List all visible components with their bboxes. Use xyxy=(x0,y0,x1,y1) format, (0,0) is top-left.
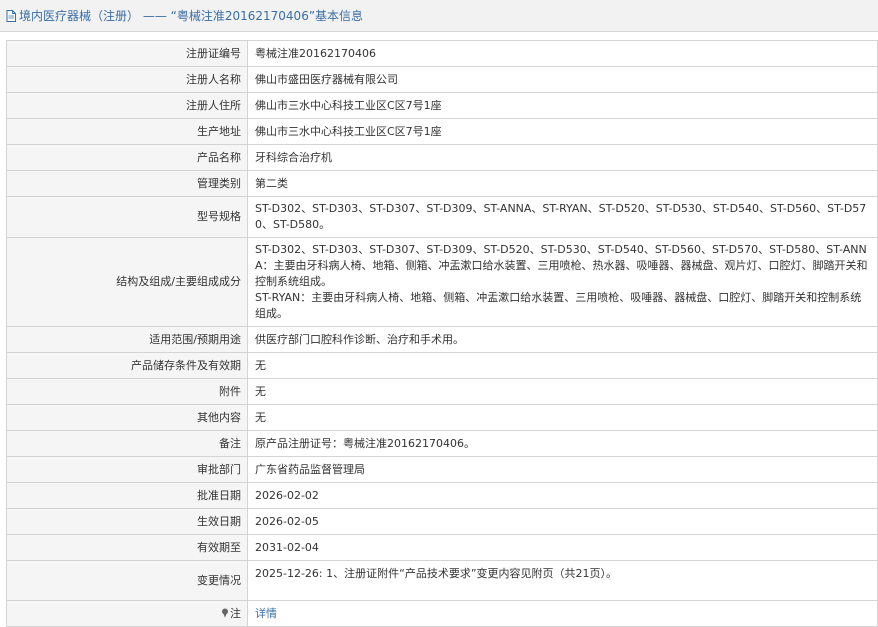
value-product-name: 牙科综合治疗机 xyxy=(247,144,878,171)
value-expiry-date: 2031-02-04 xyxy=(247,534,878,561)
label-effective-date: 生效日期 xyxy=(6,508,248,535)
table-row: 生产地址 佛山市三水中心科技工业区C区7号1座 xyxy=(6,118,878,145)
label-reg-no: 注册证编号 xyxy=(6,40,248,67)
value-storage: 无 xyxy=(247,352,878,379)
table-row: 生效日期 2026-02-05 xyxy=(6,508,878,535)
table-row: 型号规格 ST-D302、ST-D303、ST-D307、ST-D309、ST-… xyxy=(6,196,878,238)
value-mgmt-class: 第二类 xyxy=(247,170,878,197)
table-row: 附件 无 xyxy=(6,378,878,405)
table-row: 批准日期 2026-02-02 xyxy=(6,482,878,509)
value-production-addr: 佛山市三水中心科技工业区C区7号1座 xyxy=(247,118,878,145)
label-changes: 变更情况 xyxy=(6,560,248,601)
label-storage: 产品储存条件及有效期 xyxy=(6,352,248,379)
table-row: 有效期至 2031-02-04 xyxy=(6,534,878,561)
value-attachment: 无 xyxy=(247,378,878,405)
details-link[interactable]: 详情 xyxy=(255,607,277,620)
label-structure: 结构及组成/主要组成成分 xyxy=(6,237,248,327)
structure-line-1: ST-D302、ST-D303、ST-D307、ST-D309、ST-D520、… xyxy=(255,243,868,288)
label-scope: 适用范围/预期用途 xyxy=(6,326,248,353)
value-registrant-addr: 佛山市三水中心科技工业区C区7号1座 xyxy=(247,92,878,119)
table-row: 结构及组成/主要组成成分 ST-D302、ST-D303、ST-D307、ST-… xyxy=(6,237,878,327)
label-models: 型号规格 xyxy=(6,196,248,238)
value-scope: 供医疗部门口腔科作诊断、治疗和手术用。 xyxy=(247,326,878,353)
table-row: 适用范围/预期用途 供医疗部门口腔科作诊断、治疗和手术用。 xyxy=(6,326,878,353)
value-registrant: 佛山市盛田医疗器械有限公司 xyxy=(247,66,878,93)
value-reg-no: 粤械注准20162170406 xyxy=(247,40,878,67)
label-expiry-date: 有效期至 xyxy=(6,534,248,561)
table-row: 审批部门 广东省药品监督管理局 xyxy=(6,456,878,483)
table-row: 产品储存条件及有效期 无 xyxy=(6,352,878,379)
table-row: 变更情况 2025-12-26: 1、注册证附件“产品技术要求”变更内容见附页（… xyxy=(6,560,878,601)
value-models: ST-D302、ST-D303、ST-D307、ST-D309、ST-ANNA、… xyxy=(247,196,878,238)
label-production-addr: 生产地址 xyxy=(6,118,248,145)
page-title: 境内医疗器械（注册） —— “粤械注准20162170406”基本信息 xyxy=(19,9,364,23)
label-mgmt-class: 管理类别 xyxy=(6,170,248,197)
label-attachment: 附件 xyxy=(6,378,248,405)
value-approval-dept: 广东省药品监督管理局 xyxy=(247,456,878,483)
table-row: 产品名称 牙科综合治疗机 xyxy=(6,144,878,171)
info-table: 注册证编号 粤械注准20162170406 注册人名称 佛山市盛田医疗器械有限公… xyxy=(6,40,878,627)
document-icon xyxy=(6,9,16,22)
label-remark: 备注 xyxy=(6,430,248,457)
table-row: 注册人名称 佛山市盛田医疗器械有限公司 xyxy=(6,66,878,93)
label-registrant: 注册人名称 xyxy=(6,66,248,93)
table-row: 注册证编号 粤械注准20162170406 xyxy=(6,40,878,67)
pin-icon xyxy=(222,608,228,618)
table-row: 其他内容 无 xyxy=(6,404,878,431)
value-changes: 2025-12-26: 1、注册证附件“产品技术要求”变更内容见附页（共21页）… xyxy=(247,560,878,601)
structure-line-2: ST-RYAN：主要由牙科病人椅、地箱、侧箱、冲盂漱口给水装置、三用喷枪、吸唾器… xyxy=(255,291,862,320)
table-row: 管理类别 第二类 xyxy=(6,170,878,197)
table-row: 备注 原产品注册证号：粤械注准20162170406。 xyxy=(6,430,878,457)
label-registrant-addr: 注册人住所 xyxy=(6,92,248,119)
value-effective-date: 2026-02-05 xyxy=(247,508,878,535)
label-approval-dept: 审批部门 xyxy=(6,456,248,483)
page-header: 境内医疗器械（注册） —— “粤械注准20162170406”基本信息 xyxy=(0,0,878,32)
label-product-name: 产品名称 xyxy=(6,144,248,171)
value-remark: 原产品注册证号：粤械注准20162170406。 xyxy=(247,430,878,457)
value-approval-date: 2026-02-02 xyxy=(247,482,878,509)
label-note-text: 注 xyxy=(230,606,241,620)
table-row: 注册人住所 佛山市三水中心科技工业区C区7号1座 xyxy=(6,92,878,119)
label-approval-date: 批准日期 xyxy=(6,482,248,509)
value-structure: ST-D302、ST-D303、ST-D307、ST-D309、ST-D520、… xyxy=(247,237,878,327)
value-other: 无 xyxy=(247,404,878,431)
label-other: 其他内容 xyxy=(6,404,248,431)
